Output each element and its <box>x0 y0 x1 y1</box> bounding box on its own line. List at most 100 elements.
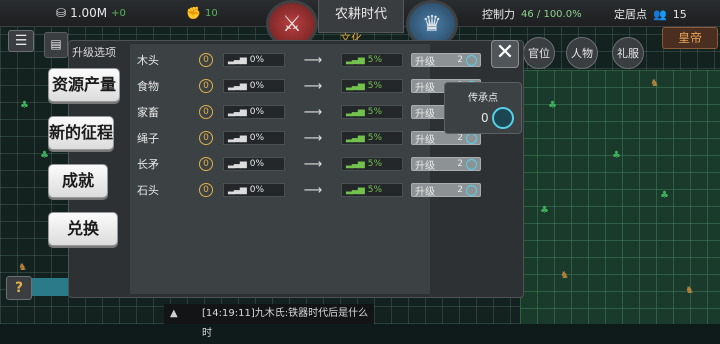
bars-icon: ▂▃▅ <box>346 133 365 143</box>
current-percent: ▂▃▅ 0% <box>223 53 285 67</box>
teal-status-strip <box>32 278 68 296</box>
upgrade-row-spear: 长矛 0 ▂▃▅ 0% ⟶ ▂▃▅ 5% 升级 2 <box>137 156 481 172</box>
close-icon: ✕ <box>495 40 515 65</box>
arm-icon: ✊ <box>186 6 201 20</box>
legacy-points-value: 0 <box>481 111 489 125</box>
crossed-swords-icon: ⚔ <box>282 11 302 37</box>
bars-icon: ▂▃▅ <box>228 159 247 169</box>
current-percent: ▂▃▅ 0% <box>223 79 285 93</box>
panel-tab-button[interactable]: ▤ <box>44 32 68 58</box>
tree-icon: ♣ <box>20 100 29 111</box>
settlement-value: 15 <box>672 7 687 21</box>
current-percent: ▂▃▅ 0% <box>223 183 285 197</box>
row-name: 绳子 <box>137 132 159 145</box>
upgrade-button[interactable]: 升级2 <box>411 183 481 198</box>
population-increase: +0 <box>111 7 126 19</box>
bars-icon: ▂▃▅ <box>228 133 247 143</box>
coin-icon: 0 <box>199 183 213 197</box>
coin-icon: 0 <box>199 53 213 67</box>
arrow-right-icon: ⟶ <box>303 104 323 120</box>
menu-icon: ☰ <box>14 33 28 49</box>
upgrade-row-food: 食物 0 ▂▃▅0% ⟶ ▂▃▅5% 升级2 <box>137 78 481 94</box>
upgrade-row-livestock: 家畜 0 ▂▃▅0% ⟶ ▂▃▅5% 升级2 <box>137 104 481 120</box>
era-title: 农耕时代 <box>318 0 404 33</box>
animal-icon: ♞ <box>560 270 569 281</box>
population-resource: ⛁ 1.00M +0 <box>56 4 126 22</box>
animal-icon: ♞ <box>650 78 659 89</box>
arrow-right-icon: ⟶ <box>303 52 323 68</box>
help-button[interactable]: ? <box>6 276 32 300</box>
tree-icon: ♣ <box>660 190 669 201</box>
legacy-points-box: 传承点 0 <box>444 82 522 134</box>
upgrade-button[interactable]: 升级2 <box>411 157 481 172</box>
control-value: 46 / 100.0% <box>521 8 582 20</box>
book-icon: ▤ <box>50 37 62 51</box>
upgrade-button[interactable]: 升级2 <box>411 53 481 68</box>
gem-icon <box>466 158 477 170</box>
gem-icon <box>466 132 477 144</box>
resource-output-button[interactable]: 资源产量 <box>48 68 120 102</box>
gifts-button[interactable]: 礼服 <box>612 37 644 69</box>
bars-icon: ▂▃▅ <box>228 55 247 65</box>
tree-icon: ♣ <box>540 205 549 216</box>
coin-icon: 0 <box>199 157 213 171</box>
bars-icon: ▂▃▅ <box>346 107 365 117</box>
crown-icon: ♛ <box>422 11 442 37</box>
current-percent: ▂▃▅ 0% <box>223 105 285 119</box>
bars-icon: ▂▃▅ <box>228 185 247 195</box>
population-value: 1.00M <box>70 6 108 20</box>
help-icon: ? <box>14 280 24 296</box>
new-journey-button[interactable]: 新的征程 <box>48 116 114 150</box>
bars-icon: ▂▃▅ <box>346 185 365 195</box>
next-percent: ▂▃▅ 5% <box>341 131 403 145</box>
people-button[interactable]: 人物 <box>566 37 598 69</box>
control-power: 控制力 46 / 100.0% <box>482 6 582 22</box>
expand-up-icon[interactable]: ▲ <box>170 304 178 324</box>
row-name: 长矛 <box>137 158 159 171</box>
tree-icon: ♣ <box>548 100 557 111</box>
row-name: 石头 <box>137 184 159 197</box>
upgrade-row-stone: 石头 0 ▂▃▅ 0% ⟶ ▂▃▅ 5% 升级 2 <box>137 182 481 198</box>
achievements-button[interactable]: 成就 <box>48 164 108 198</box>
row-name: 家畜 <box>137 106 159 119</box>
coin-icon: 0 <box>199 79 213 93</box>
rank-button[interactable]: 官位 <box>523 37 555 69</box>
next-percent: ▂▃▅ 5% <box>341 79 403 93</box>
bars-icon: ▂▃▅ <box>346 55 365 65</box>
next-percent: ▂▃▅ 5% <box>341 53 403 67</box>
arrow-right-icon: ⟶ <box>303 78 323 94</box>
bars-icon: ▂▃▅ <box>346 159 365 169</box>
tree-icon: ♣ <box>612 150 621 161</box>
chat-log-bar[interactable]: ▲ [14:19:11]九木氏:铁器时代后是什么时 <box>164 304 374 339</box>
arrow-right-icon: ⟶ <box>303 182 323 198</box>
food-resource: ✊ 10 <box>186 4 218 22</box>
row-name: 食物 <box>137 80 159 93</box>
bars-icon: ▂▃▅ <box>228 81 247 91</box>
panel-title: 升级选项 <box>72 46 116 59</box>
coin-icon: 0 <box>199 131 213 145</box>
emperor-button[interactable]: 皇帝 <box>662 27 718 49</box>
settlement-label: 定居点 <box>614 8 647 21</box>
gem-icon <box>492 107 514 129</box>
arrow-right-icon: ⟶ <box>303 130 323 146</box>
chat-log-message: [14:19:11]九木氏:铁器时代后是什么时 <box>202 308 369 339</box>
control-label: 控制力 <box>482 8 515 21</box>
gem-icon <box>466 184 477 196</box>
arrow-right-icon: ⟶ <box>303 156 323 172</box>
upgrade-row-rope: 绳子 0 ▂▃▅ 0% ⟶ ▂▃▅ 5% 升级 2 <box>137 130 481 146</box>
coin-icon: 0 <box>199 105 213 119</box>
gem-icon <box>466 54 477 66</box>
tree-icon: ♣ <box>40 150 49 161</box>
coins-icon: ⛁ <box>56 6 67 20</box>
bars-icon: ▂▃▅ <box>346 81 365 91</box>
food-value: 10 <box>204 7 218 19</box>
animal-icon: ♞ <box>18 262 27 273</box>
upgrade-row-wood: 木头 0 ▂▃▅ 0% ⟶ ▂▃▅ 5% 升级 2 <box>137 52 481 68</box>
row-name: 木头 <box>137 54 159 67</box>
redeem-button[interactable]: 兑换 <box>48 212 118 246</box>
next-percent: ▂▃▅ 5% <box>341 157 403 171</box>
settlement-count: 定居点 👥 15 <box>614 6 687 22</box>
close-button[interactable]: ✕ <box>491 40 519 68</box>
animal-icon: ♞ <box>685 285 694 296</box>
menu-button[interactable]: ☰ <box>8 30 34 52</box>
